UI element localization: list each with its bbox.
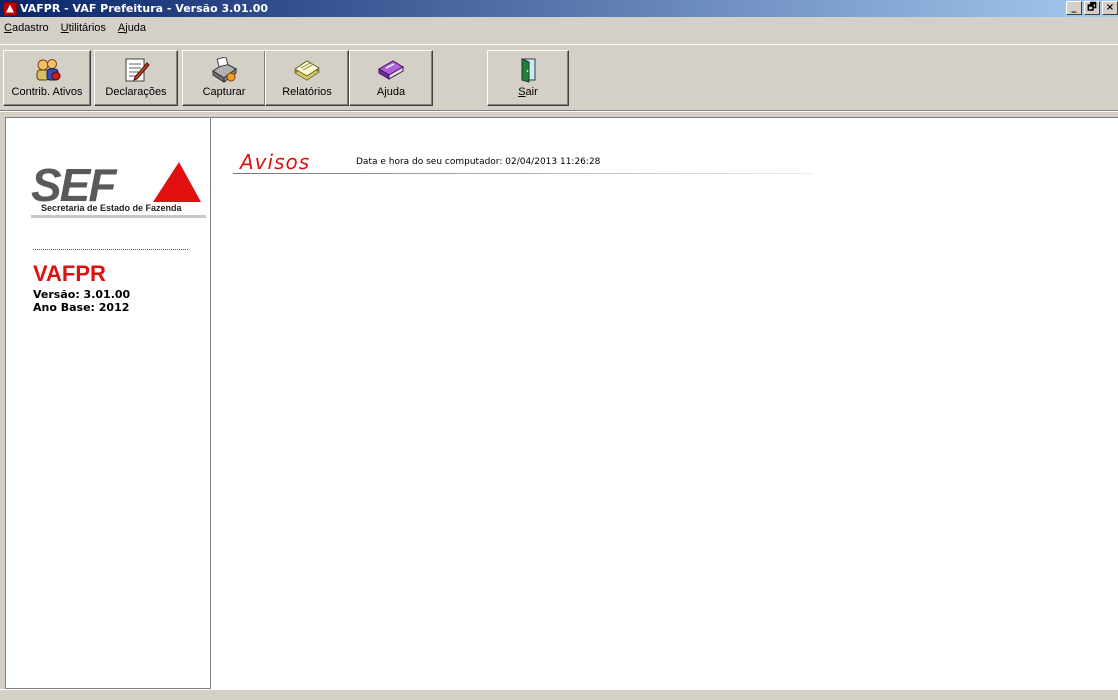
logo-underline [31,215,206,218]
version-label: Versão: 3.01.00 [33,288,131,301]
main-content: Avisos Data e hora do seu computador: 02… [211,117,1118,689]
menu-utilitarios-accel: U [60,22,69,34]
ajuda-label: Ajuda [376,86,406,98]
dotted-divider [33,249,188,250]
menu-ajuda[interactable]: Ajuda [112,22,152,34]
document-pen-icon [125,58,150,82]
menu-utilitarios[interactable]: Utilitários [55,22,112,34]
capturar-label: Capturar [202,86,246,98]
menu-cadastro[interactable]: Cadastro [0,22,55,34]
fax-machine-icon [212,57,237,83]
status-bar [0,689,1118,700]
relatorios-button[interactable]: Relatórios [265,50,349,106]
relatorios-label: Relatórios [282,86,332,98]
app-name: VAFPR [33,261,106,286]
menu-utilitarios-label: tilitários [68,22,106,34]
book-icon [378,60,404,80]
menu-bar: Cadastro Utilitários Ajuda [0,17,1118,44]
toolbar-separator [0,110,1118,112]
menu-cadastro-accel: C [4,22,12,34]
app-icon[interactable] [3,1,17,16]
contrib-ativos-label: Contrib. Ativos [11,86,83,98]
sair-label: Sair [488,86,568,98]
avisos-underline [233,173,813,174]
sair-label-rest: air [525,86,538,98]
menu-cadastro-label: adastro [11,22,49,34]
ajuda-button[interactable]: Ajuda [349,50,433,106]
title-bar: VAFPR - VAF Prefeitura - Versão 3.01.00 … [0,0,1118,17]
capturar-button[interactable]: Capturar [182,50,266,106]
sidebar-panel: SEF Secretaria de Estado de Fazenda VAFP… [5,117,211,689]
sair-accel: S [518,86,526,98]
menu-ajuda-label: juda [125,22,147,34]
avisos-heading: Avisos [240,150,311,174]
declaracoes-button[interactable]: Declarações [94,50,178,106]
window-controls: _ 🗗 × [1064,1,1118,15]
computer-datetime: Data e hora do seu computador: 02/04/201… [356,157,601,167]
logo-subtitle: Secretaria de Estado de Fazenda [41,203,182,213]
ano-base-label: Ano Base: 2012 [33,301,130,314]
people-icon [36,59,61,81]
paper-stack-icon [294,60,320,81]
toolbar: Contrib. Ativos Declarações Capturar Rel… [0,44,1118,110]
door-exit-icon [521,58,536,83]
declaracoes-label: Declarações [105,86,167,98]
contrib-ativos-button[interactable]: Contrib. Ativos [3,50,91,106]
close-button[interactable]: × [1102,1,1118,15]
minimize-button[interactable]: _ [1066,1,1082,15]
window-title: VAFPR - VAF Prefeitura - Versão 3.01.00 [20,2,269,15]
sair-button[interactable]: Sair [487,50,569,106]
maximize-button[interactable]: 🗗 [1084,1,1100,15]
